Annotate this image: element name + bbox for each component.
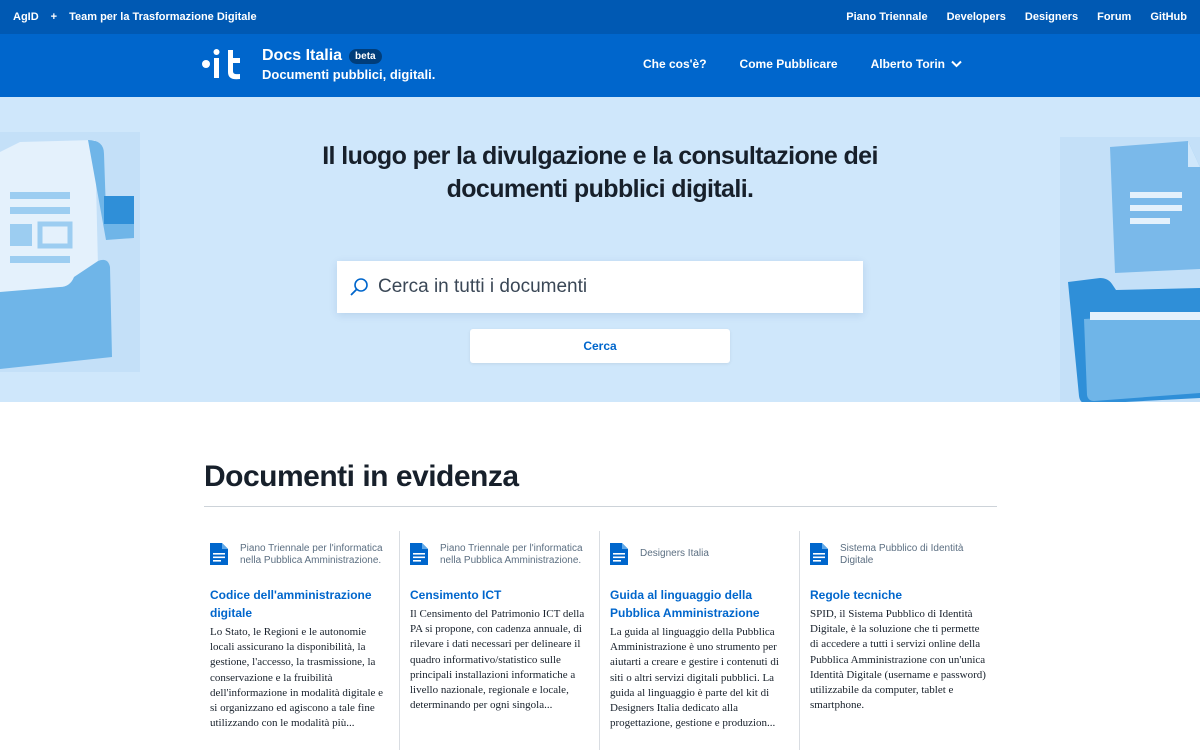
section-title: Documenti in evidenza (204, 460, 519, 493)
agid-link[interactable]: AgID (13, 11, 39, 23)
beta-badge: beta (349, 48, 382, 64)
document-icon (410, 543, 428, 565)
document-icon (810, 543, 828, 565)
document-icon (610, 543, 628, 565)
card-description: La guida al linguaggio della Pubblica Am… (610, 626, 779, 730)
top-bar-links: Piano Triennale Developers Designers For… (827, 11, 1187, 23)
chevron-down-icon (951, 60, 962, 68)
search-button[interactable]: Cerca (470, 329, 730, 363)
plus-separator: + (50, 11, 58, 23)
card-description: Il Censimento del Patrimonio ICT della P… (410, 608, 585, 712)
card-category: Piano Triennale per l'informatica nella … (240, 543, 383, 566)
card-title-link[interactable]: Guida al linguaggio della Pubblica Ammin… (610, 586, 789, 622)
card-title-link[interactable]: Regole tecniche (810, 586, 990, 604)
developers-link[interactable]: Developers (947, 11, 1006, 23)
card-description: SPID, il Sistema Pubblico di Identità Di… (810, 608, 986, 712)
document-card: Designers Italia Guida al linguaggio del… (600, 531, 800, 750)
document-card: Sistema Pubblico di Identità Digitale Re… (800, 531, 1000, 750)
github-link[interactable]: GitHub (1150, 11, 1187, 23)
search-icon (350, 278, 368, 296)
document-icon (210, 543, 228, 565)
site-header: Docs Italia beta Documenti pubblici, dig… (0, 34, 1200, 97)
card-category: Piano Triennale per l'informatica nella … (440, 543, 583, 566)
it-logo[interactable] (202, 46, 248, 82)
card-description: Lo Stato, le Regioni e le autonomie loca… (210, 626, 384, 730)
nav-come-pubblicare[interactable]: Come Pubblicare (740, 57, 838, 71)
piano-triennale-link[interactable]: Piano Triennale (846, 11, 927, 23)
top-bar: AgID + Team per la Trasformazione Digita… (0, 0, 1200, 34)
team-digitale-link[interactable]: Team per la Trasformazione Digitale (69, 11, 256, 23)
nav-che-cose[interactable]: Che cos'è? (643, 57, 707, 71)
top-bar-left: AgID + Team per la Trasformazione Digita… (13, 11, 269, 23)
main-nav: Che cos'è? Come Pubblicare Alberto Torin (610, 57, 962, 71)
user-name: Alberto Torin (870, 57, 945, 71)
document-card: Piano Triennale per l'informatica nella … (400, 531, 600, 750)
document-illustration-right (1060, 137, 1200, 402)
hero-title: Il luogo per la divulgazione e la consul… (322, 142, 878, 203)
designers-link[interactable]: Designers (1025, 11, 1078, 23)
hero: Il luogo per la divulgazione e la consul… (0, 97, 1200, 402)
card-title-link[interactable]: Codice dell'amministrazione digitale (210, 586, 389, 622)
search-box[interactable] (337, 261, 863, 313)
section-divider (204, 506, 997, 507)
card-title-link[interactable]: Censimento ICT (410, 586, 589, 604)
document-card: Piano Triennale per l'informatica nella … (200, 531, 400, 750)
brand[interactable]: Docs Italia beta Documenti pubblici, dig… (262, 47, 435, 82)
document-illustration-left (0, 132, 140, 372)
card-category: Designers Italia (640, 548, 709, 559)
user-menu[interactable]: Alberto Torin (871, 57, 962, 71)
site-subtitle: Documenti pubblici, digitali. (262, 67, 436, 82)
card-category: Sistema Pubblico di Identità Digitale (840, 543, 964, 566)
search-input[interactable] (378, 276, 848, 298)
site-title: Docs Italia (262, 47, 343, 64)
featured-cards: Piano Triennale per l'informatica nella … (200, 531, 1001, 750)
forum-link[interactable]: Forum (1097, 11, 1131, 23)
